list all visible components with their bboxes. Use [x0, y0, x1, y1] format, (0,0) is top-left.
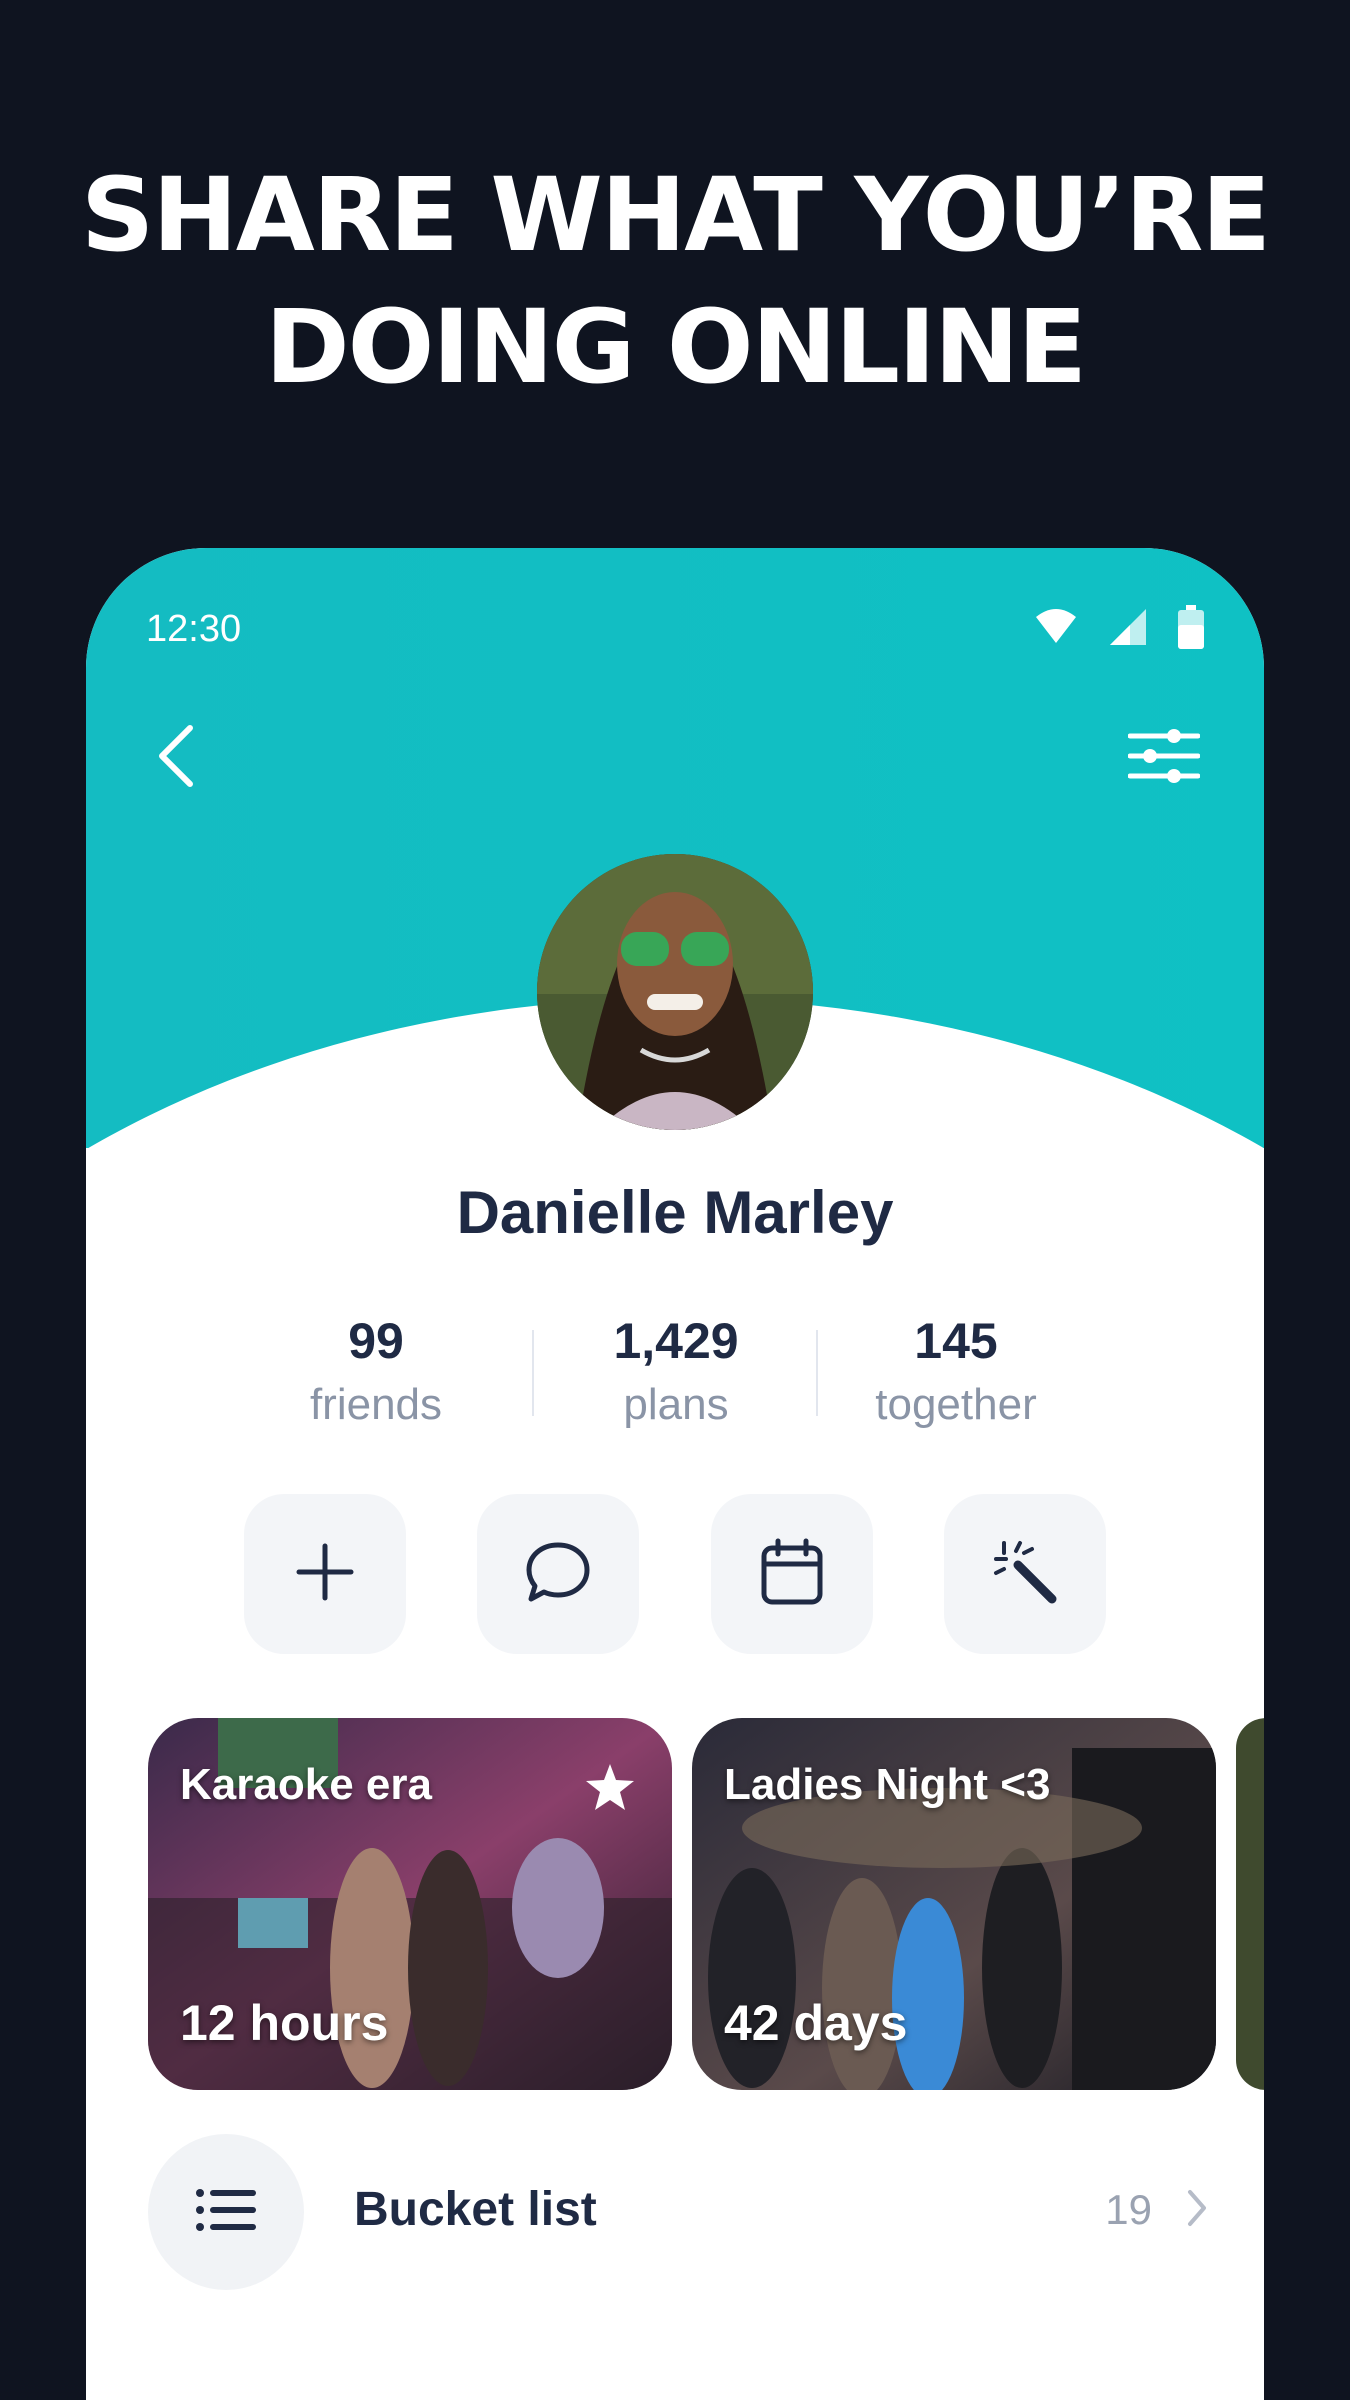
message-button[interactable] [477, 1494, 639, 1654]
plan-card[interactable]: Karaoke era 12 hours [148, 1718, 672, 2090]
star-icon[interactable] [584, 1762, 636, 1817]
magic-wand-icon [992, 1539, 1058, 1610]
bucket-list-row[interactable]: Bucket list 19 [148, 2134, 1208, 2290]
stat-value: 99 [348, 1313, 404, 1369]
bucket-list-count: 19 [1105, 2186, 1152, 2233]
profile-name: Danielle Marley [456, 1179, 894, 1246]
plan-card-title: Karaoke era [180, 1760, 432, 1809]
settings-button[interactable] [1124, 718, 1204, 798]
status-time: 12:30 [146, 608, 242, 650]
signal-icon [1108, 607, 1148, 657]
chat-bubble-icon [525, 1541, 591, 1608]
status-bar: 12:30 [146, 605, 1204, 659]
stat-plans[interactable]: 1,429 plans [536, 1310, 816, 1438]
plan-card-partial[interactable] [1236, 1718, 1264, 2090]
stat-value: 1,429 [613, 1313, 739, 1369]
stat-value: 145 [914, 1313, 998, 1369]
calendar-icon [760, 1538, 824, 1611]
stat-together[interactable]: 145 together [816, 1310, 1096, 1438]
plus-icon [295, 1542, 355, 1607]
plan-card[interactable]: Ladies Night <3 42 days [692, 1718, 1216, 2090]
plan-card-duration: 12 hours [180, 1995, 389, 2051]
bucket-list-icon-wrap [148, 2134, 304, 2290]
bucket-list-label: Bucket list [354, 2183, 597, 2236]
plan-card-duration: 42 days [724, 1995, 908, 2051]
calendar-button[interactable] [711, 1494, 873, 1654]
stat-friends[interactable]: 99 friends [236, 1310, 516, 1438]
headline-line-2: DOING ONLINE [265, 288, 1087, 407]
sliders-icon [1127, 726, 1201, 791]
magic-button[interactable] [944, 1494, 1106, 1654]
phone-screen: 12:30 Danielle Marley 99 friends 1,429 p… [86, 548, 1264, 2400]
back-button[interactable] [136, 718, 216, 798]
chevron-left-icon [154, 724, 198, 793]
stat-label: together [875, 1380, 1037, 1429]
chevron-right-icon [1186, 2188, 1208, 2233]
headline-line-1: SHARE WHAT YOU’RE [80, 156, 1271, 275]
battery-icon [1178, 605, 1204, 659]
wifi-icon [1034, 607, 1078, 657]
list-icon [196, 2188, 256, 2236]
headline: SHARE WHAT YOU’RE DOING ONLINE [0, 150, 1350, 414]
stat-label: friends [309, 1380, 443, 1429]
avatar[interactable] [537, 854, 813, 1130]
add-button[interactable] [244, 1494, 406, 1654]
stat-label: plans [623, 1380, 729, 1429]
action-buttons [244, 1494, 1106, 1654]
plan-card-title: Ladies Night <3 [724, 1760, 1051, 1809]
stats-row: 99 friends 1,429 plans 145 together [236, 1310, 1116, 1440]
plan-cards: Karaoke era 12 hours Ladies Night <3 42 … [148, 1718, 1264, 2090]
stat-divider [532, 1330, 534, 1416]
